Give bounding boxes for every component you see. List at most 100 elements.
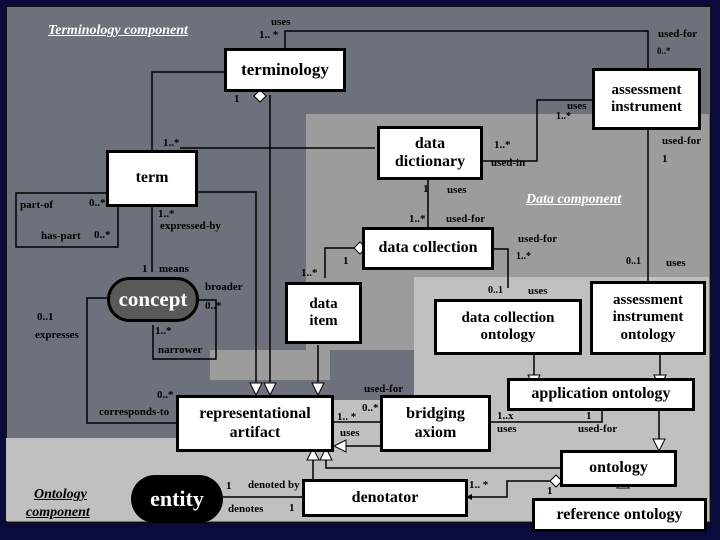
class-denotator-label: denotator	[351, 488, 419, 506]
label-part-of: part-of	[20, 199, 53, 211]
class-entity[interactable]: entity	[131, 475, 223, 523]
label-expressed-by: expressed-by	[160, 220, 221, 232]
class-reference-ontology[interactable]: reference ontology	[532, 498, 707, 532]
label-used-for-top: used-for	[658, 28, 698, 40]
label-mult-0star-partof: 0..*	[89, 197, 106, 209]
class-assessment-instrument[interactable]: assessment instrument	[592, 68, 701, 130]
label-broader: broader	[205, 281, 243, 293]
class-ba-label-1: bridging	[406, 405, 465, 423]
gen-arrow-ba-ra	[332, 439, 347, 453]
class-terminology-label: terminology	[241, 60, 329, 80]
class-representational-artifact[interactable]: representational artifact	[176, 395, 334, 452]
label-mult-1-denotes: 1	[289, 502, 295, 514]
class-ontology-label: ontology	[589, 459, 648, 477]
class-data-collection[interactable]: data collection	[362, 227, 494, 270]
class-ra-label-1: representational	[199, 405, 311, 423]
label-mult-1star-ra: 1.. *	[337, 411, 357, 423]
label-mult-1star-di: 1..*	[301, 267, 318, 279]
class-concept[interactable]: concept	[107, 277, 199, 322]
class-ref-onto-label: reference ontology	[556, 505, 683, 523]
class-ra-label-2: artifact	[229, 423, 281, 441]
label-mult-01-ai: 0..1	[626, 256, 641, 267]
class-application-ontology[interactable]: application ontology	[507, 378, 695, 411]
line-dc-dco	[492, 248, 509, 288]
label-mult-1-ao: 1	[586, 410, 592, 422]
label-mult-1star-den: 1.. *	[469, 479, 489, 491]
class-ontology[interactable]: ontology	[560, 450, 677, 487]
label-uses-ra: uses	[340, 427, 360, 439]
label-uses-aio: uses	[666, 257, 686, 269]
class-assessment-instrument-ontology[interactable]: assessment instrument ontology	[590, 281, 706, 355]
class-concept-label: concept	[118, 287, 188, 311]
class-entity-label: entity	[150, 486, 204, 511]
label-means: means	[159, 263, 189, 275]
class-terminology[interactable]: terminology	[224, 48, 346, 92]
label-uses-ao: uses	[497, 423, 517, 435]
class-aio-label-1: assessment	[613, 292, 683, 309]
class-data-item-label-1: data	[309, 295, 338, 312]
label-mult-01-expresses: 0..1	[37, 311, 54, 323]
label-denotes: denotes	[228, 503, 264, 515]
label-used-for-ao: used-for	[578, 423, 618, 435]
label-used-for-ba: used-for	[364, 383, 404, 395]
class-assessment-instrument-label-1: assessment	[611, 81, 682, 98]
label-mult-1-ai: 1	[662, 153, 668, 165]
class-data-collection-label: data collection	[378, 239, 478, 257]
class-denotator[interactable]: denotator	[302, 479, 468, 517]
label-used-for-dc2: used-for	[518, 233, 558, 245]
ontology-component-title-line1: Ontology	[34, 487, 87, 502]
label-mult-01-dco: 0..1	[488, 285, 503, 296]
label-mult-0star-haspart: 0..*	[94, 229, 111, 241]
class-dco-label-2: ontology	[480, 327, 536, 343]
class-bridging-axiom[interactable]: bridging axiom	[380, 395, 491, 452]
gen-arrow-term-ra	[249, 382, 263, 397]
gen-arrow-terminology-ra	[263, 382, 277, 397]
label-mult-1-dd: 1	[423, 183, 429, 195]
label-denoted-by: denoted by	[248, 479, 300, 491]
label-expresses: expresses	[35, 329, 79, 341]
class-aio-label-3: ontology	[620, 326, 676, 343]
label-mult-1star-term: 1..*	[163, 137, 180, 149]
label-has-part: has-part	[41, 230, 81, 242]
label-mult-0star-ba: 0..*	[362, 402, 379, 414]
label-mult-1x-ao: 1..x	[497, 410, 514, 422]
label-mult-0star-top: 0..*	[657, 46, 671, 56]
class-term-label: term	[135, 169, 169, 187]
class-data-dictionary-label-1: data	[414, 134, 446, 152]
label-mult-1-means: 1	[142, 263, 148, 275]
label-used-for-dc: used-for	[446, 213, 486, 225]
label-used-in: used-in	[491, 157, 526, 169]
label-mult-1star-expr: 1..*	[158, 208, 175, 220]
class-data-collection-ontology[interactable]: data collection ontology	[434, 299, 582, 355]
label-mult-1star-dd: 1..*	[494, 139, 511, 151]
label-uses-top: uses	[271, 16, 291, 28]
class-data-item-label-2: item	[309, 313, 338, 329]
class-data-dictionary-label-2: dictionary	[394, 153, 466, 170]
label-mult-0star-corr: 0..*	[157, 389, 174, 401]
class-ba-label-2: axiom	[414, 423, 457, 441]
label-corresponds-to: corresponds-to	[99, 406, 170, 418]
label-mult-1-onto: 1	[547, 485, 553, 497]
line-onto-ra	[325, 458, 560, 469]
class-data-dictionary[interactable]: data dictionary	[377, 126, 483, 180]
uml-diagram: Terminology component Data component Ont…	[0, 0, 720, 540]
terminology-component-title: Terminology component	[48, 23, 188, 38]
class-ao-label: application ontology	[531, 385, 671, 403]
label-mult-1star-dc2: 1..*	[516, 251, 531, 262]
label-mult-1-entity: 1	[226, 480, 232, 492]
data-component-title: Data component	[526, 192, 622, 207]
label-mult-1-dc: 1	[343, 255, 349, 267]
label-mult-1-terminology: 1	[234, 93, 240, 105]
label-mult-0star-broader: 0..*	[205, 300, 222, 312]
label-used-for-ai: used-for	[662, 135, 702, 147]
label-narrower: narrower	[158, 344, 203, 356]
class-dco-label-1: data collection	[461, 309, 555, 326]
class-assessment-instrument-label-2: instrument	[611, 99, 682, 115]
class-data-item[interactable]: data item	[285, 282, 362, 344]
label-uses-dd: uses	[447, 184, 467, 196]
gen-arrow-di-ra	[311, 382, 325, 397]
label-uses-dco: uses	[528, 285, 548, 297]
label-mult-1star-narrower: 1..*	[155, 325, 172, 337]
ontology-component-title-line2: component	[26, 505, 90, 520]
class-term[interactable]: term	[106, 150, 198, 207]
